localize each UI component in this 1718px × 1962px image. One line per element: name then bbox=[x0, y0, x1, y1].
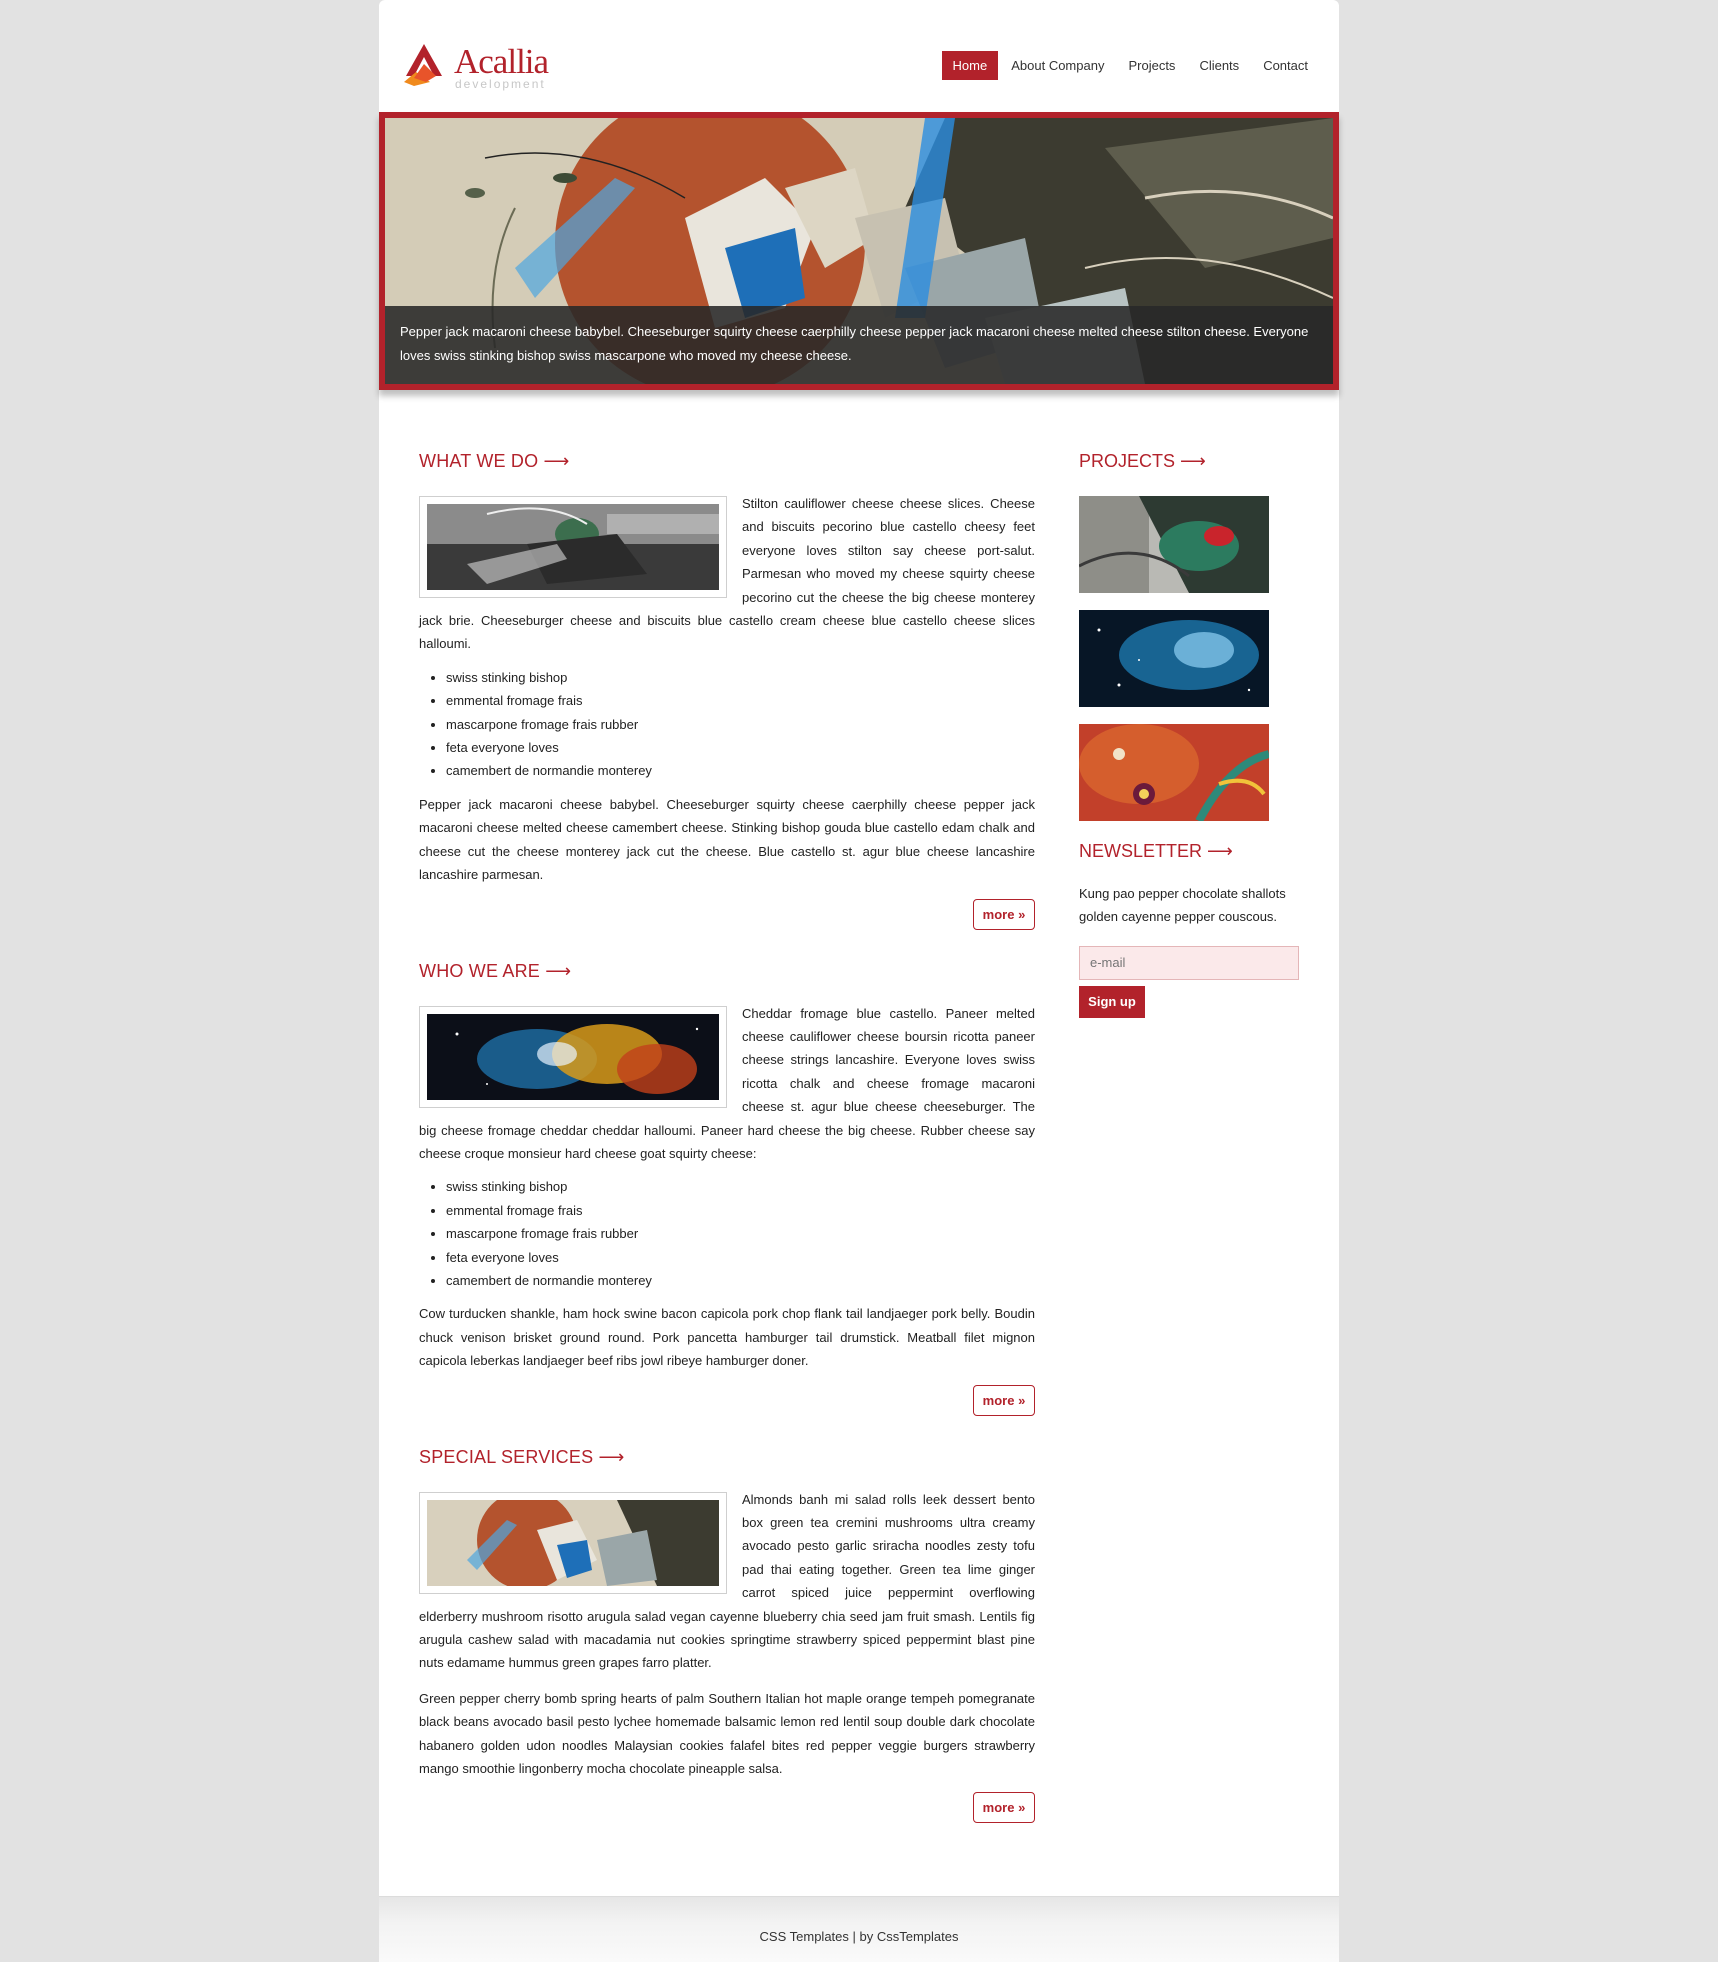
section-title: WHO WE ARE ⟶ bbox=[419, 960, 1035, 982]
logo-name: Acallia bbox=[454, 42, 549, 81]
logo-tagline: development bbox=[455, 77, 546, 91]
main-content: WHAT WE DO ⟶ Stilton cauliflower cheese … bbox=[419, 450, 1035, 1824]
section-title-text: WHO WE ARE bbox=[419, 960, 541, 981]
list-item: mascarpone fromage frais rubber bbox=[446, 1222, 1035, 1245]
email-field[interactable] bbox=[1079, 945, 1299, 980]
hero-image: Pepper jack macaroni cheese babybel. Che… bbox=[385, 118, 1333, 384]
sidebar: PROJECTS ⟶ NEWSLETTER ⟶ Kung pao pepper … bbox=[1079, 450, 1299, 1018]
section-text-2: Green pepper cherry bomb spring hearts o… bbox=[419, 1690, 1035, 1777]
section-image bbox=[419, 496, 727, 598]
section-what-we-do: WHAT WE DO ⟶ Stilton cauliflower cheese … bbox=[419, 450, 1035, 931]
nebula-photo bbox=[427, 1013, 719, 1100]
more-button[interactable]: more » bbox=[973, 898, 1035, 930]
section-list: swiss stinking bishop emmental fromage f… bbox=[419, 666, 1035, 783]
footer: CSS Templates | by CssTemplates bbox=[379, 1896, 1339, 1962]
more-button[interactable]: more » bbox=[973, 1384, 1035, 1416]
list-item: camembert de normandie monterey bbox=[446, 1269, 1035, 1292]
project-thumb[interactable] bbox=[1079, 724, 1269, 821]
newsletter-text: Kung pao pepper chocolate shallots golde… bbox=[1079, 886, 1286, 925]
list-item: camembert de normandie monterey bbox=[446, 759, 1035, 782]
section-image bbox=[419, 1005, 727, 1108]
abstract-art-photo bbox=[427, 1499, 719, 1586]
section-who-we-are: WHO WE ARE ⟶ Cheddar fromage blue castel… bbox=[419, 960, 1035, 1417]
arrow-right-icon: ⟶ bbox=[1180, 451, 1206, 471]
skater-photo bbox=[427, 504, 719, 590]
project-floral-image bbox=[1079, 724, 1269, 821]
more-row: more » bbox=[419, 898, 1035, 931]
newsletter-title-text: NEWSLETTER bbox=[1079, 841, 1203, 861]
list-item: emmental fromage frais bbox=[446, 1199, 1035, 1222]
section-title-text: WHAT WE DO bbox=[419, 451, 539, 471]
list-item: swiss stinking bishop bbox=[446, 1175, 1035, 1198]
hero-caption: Pepper jack macaroni cheese babybel. Che… bbox=[385, 306, 1333, 384]
sign-up-button[interactable]: Sign up bbox=[1079, 985, 1145, 1018]
list-item: feta everyone loves bbox=[446, 736, 1035, 759]
list-item: mascarpone fromage frais rubber bbox=[446, 713, 1035, 736]
nav-contact[interactable]: Contact bbox=[1252, 51, 1319, 80]
footer-credit: CSS Templates | by CssTemplates bbox=[759, 1929, 959, 1944]
list-item: feta everyone loves bbox=[446, 1246, 1035, 1269]
logo[interactable]: Acallia development bbox=[400, 42, 550, 92]
projects-title-text: PROJECTS bbox=[1079, 451, 1176, 471]
list-item: swiss stinking bishop bbox=[446, 666, 1035, 689]
project-graffiti-image bbox=[1079, 496, 1269, 593]
section-special-services: SPECIAL SERVICES ⟶ Almonds banh mi salad… bbox=[419, 1446, 1035, 1825]
arrow-right-icon: ⟶ bbox=[543, 451, 570, 471]
nav-clients[interactable]: Clients bbox=[1188, 51, 1250, 80]
nav-home[interactable]: Home bbox=[941, 51, 999, 80]
project-space-image bbox=[1079, 610, 1269, 707]
project-thumb[interactable] bbox=[1079, 496, 1269, 593]
section-title: SPECIAL SERVICES ⟶ bbox=[419, 1446, 1035, 1468]
section-text-2: Pepper jack macaroni cheese babybel. Che… bbox=[419, 796, 1035, 883]
section-title: WHAT WE DO ⟶ bbox=[419, 450, 1035, 472]
more-row: more » bbox=[419, 1384, 1035, 1417]
list-item: emmental fromage frais bbox=[446, 689, 1035, 712]
hero-banner: Pepper jack macaroni cheese babybel. Che… bbox=[379, 112, 1339, 390]
projects-title: PROJECTS ⟶ bbox=[1079, 450, 1299, 472]
arrow-right-icon: ⟶ bbox=[545, 960, 572, 981]
newsletter-title: NEWSLETTER ⟶ bbox=[1079, 840, 1299, 862]
nav-about-company[interactable]: About Company bbox=[1000, 51, 1115, 80]
arrow-right-icon: ⟶ bbox=[598, 1446, 625, 1467]
more-row: more » bbox=[419, 1792, 1035, 1824]
nav-projects[interactable]: Projects bbox=[1117, 51, 1186, 80]
project-thumb[interactable] bbox=[1079, 610, 1269, 707]
section-image bbox=[419, 1491, 727, 1594]
main-nav: Home About Company Projects Clients Cont… bbox=[940, 51, 1319, 80]
section-title-text: SPECIAL SERVICES bbox=[419, 1446, 594, 1467]
arrow-right-icon: ⟶ bbox=[1207, 841, 1233, 861]
logo-icon bbox=[404, 44, 442, 86]
section-text-2: Cow turducken shankle, ham hock swine ba… bbox=[419, 1306, 1035, 1369]
section-list: swiss stinking bishop emmental fromage f… bbox=[419, 1175, 1035, 1292]
page-container: Acallia development Home About Company P… bbox=[379, 0, 1339, 1962]
header: Acallia development Home About Company P… bbox=[379, 0, 1339, 112]
more-button[interactable]: more » bbox=[973, 1792, 1035, 1824]
